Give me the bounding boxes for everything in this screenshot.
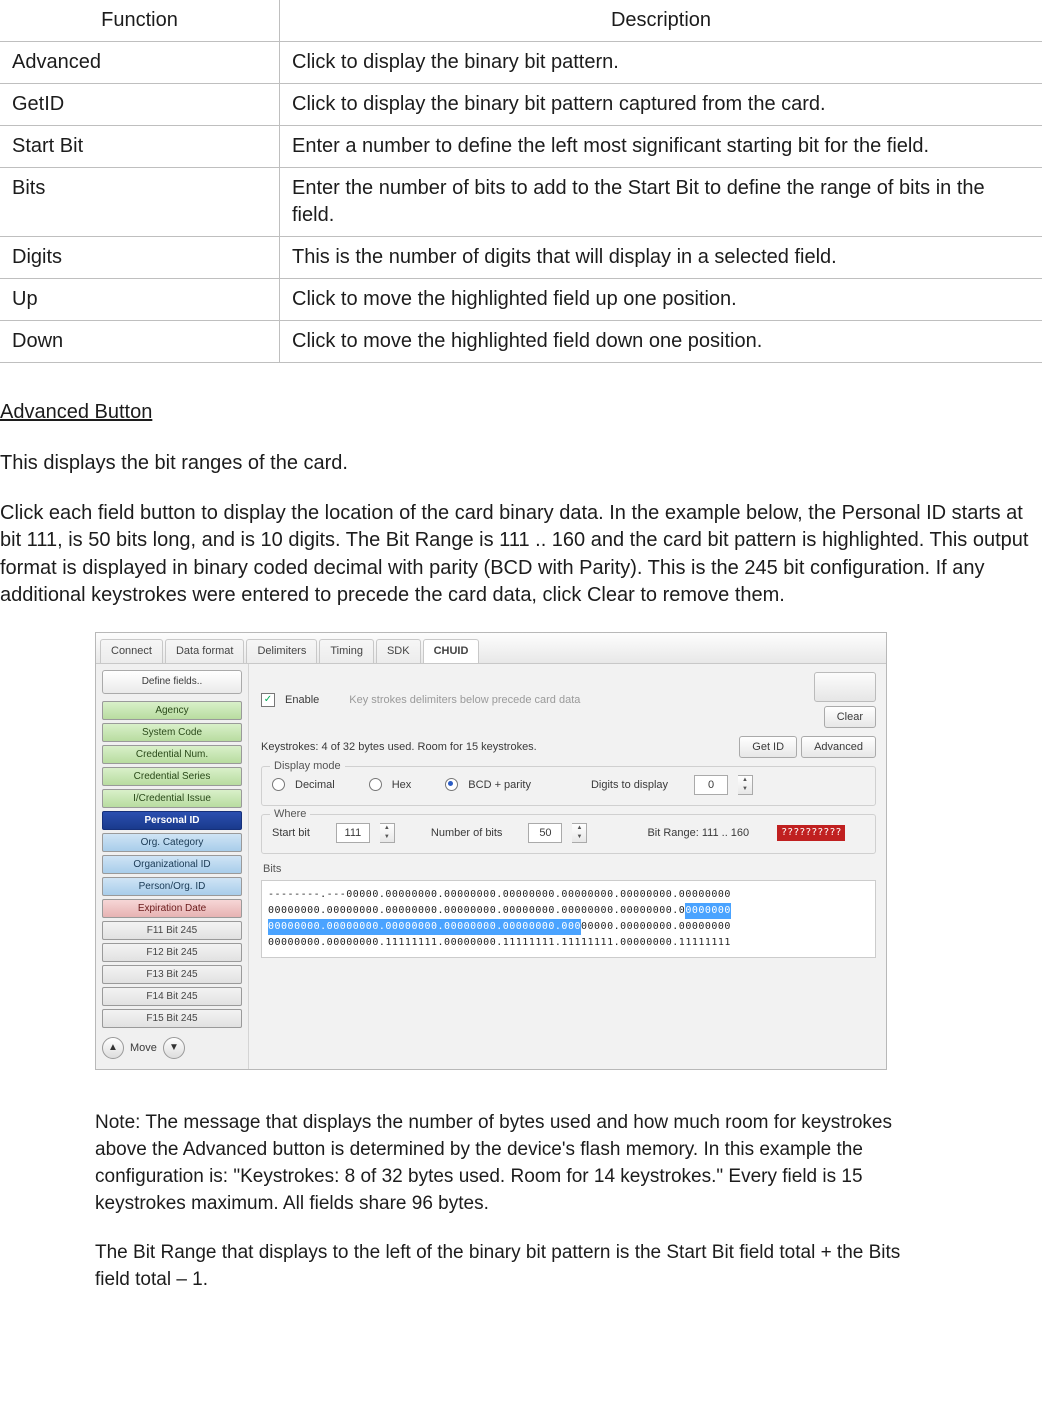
- numbits-value[interactable]: 50: [528, 823, 562, 843]
- bit-range-red: ??????????: [777, 825, 845, 841]
- tab-connect[interactable]: Connect: [100, 639, 163, 663]
- field-button[interactable]: F11 Bit 245: [102, 921, 242, 940]
- digits-label: Digits to display: [591, 778, 668, 793]
- keystroke-message: Keystrokes: 4 of 32 bytes used. Room for…: [261, 740, 537, 755]
- where-group: Where Start bit 111 ▲▼ Number of bits 50…: [261, 814, 876, 854]
- hint-text: Key strokes delimiters below precede car…: [349, 693, 580, 708]
- field-button[interactable]: Credential Num.: [102, 745, 242, 764]
- tab-timing[interactable]: Timing: [319, 639, 374, 663]
- field-button-selected[interactable]: Personal ID: [102, 811, 242, 830]
- table-row: DownClick to move the highlighted field …: [0, 321, 1042, 363]
- clear-button[interactable]: Clear: [824, 706, 876, 728]
- advanced-button[interactable]: Advanced: [801, 736, 876, 758]
- table-row: AdvancedClick to display the binary bit …: [0, 42, 1042, 84]
- field-button[interactable]: F12 Bit 245: [102, 943, 242, 962]
- getid-button[interactable]: Get ID: [739, 736, 797, 758]
- enable-label: Enable: [285, 693, 319, 708]
- app-screenshot: Connect Data format Delimiters Timing SD…: [95, 632, 887, 1070]
- define-fields-button[interactable]: Define fields..: [102, 670, 242, 694]
- bit-range-label: Bit Range: 111 .. 160: [647, 826, 749, 841]
- field-button[interactable]: Person/Org. ID: [102, 877, 242, 896]
- bits-label: Bits: [263, 862, 876, 877]
- detail-paragraph: Click each field button to display the l…: [0, 500, 1042, 610]
- radio-bcd[interactable]: [445, 778, 458, 791]
- tab-data-format[interactable]: Data format: [165, 639, 244, 663]
- move-down-button[interactable]: ▼: [163, 1037, 185, 1059]
- numbits-label: Number of bits: [431, 826, 503, 841]
- th-description: Description: [280, 0, 1042, 42]
- keyboard-icon[interactable]: [814, 672, 876, 702]
- bits-display: --------.---00000.00000000.00000000.0000…: [261, 880, 876, 958]
- table-row: UpClick to move the highlighted field up…: [0, 279, 1042, 321]
- note-1: Note: The message that displays the numb…: [95, 1110, 935, 1218]
- radio-decimal[interactable]: [272, 778, 285, 791]
- tab-delimiters[interactable]: Delimiters: [246, 639, 317, 663]
- field-button[interactable]: Expiration Date: [102, 899, 242, 918]
- radio-hex[interactable]: [369, 778, 382, 791]
- tab-chuid[interactable]: CHUID: [423, 639, 480, 663]
- field-button[interactable]: Credential Series: [102, 767, 242, 786]
- table-row: DigitsThis is the number of digits that …: [0, 237, 1042, 279]
- field-sidebar: Define fields.. Agency System Code Crede…: [96, 664, 249, 1069]
- field-button[interactable]: System Code: [102, 723, 242, 742]
- tab-sdk[interactable]: SDK: [376, 639, 421, 663]
- move-label: Move: [130, 1041, 157, 1056]
- numbits-spinner[interactable]: ▲▼: [572, 823, 587, 843]
- move-up-button[interactable]: ▲: [102, 1037, 124, 1059]
- field-button[interactable]: Org. Category: [102, 833, 242, 852]
- digits-spinner[interactable]: ▲▼: [738, 775, 753, 795]
- field-button[interactable]: F15 Bit 245: [102, 1009, 242, 1028]
- main-panel: ✓ Enable Key strokes delimiters below pr…: [249, 664, 886, 1069]
- start-bit-spinner[interactable]: ▲▼: [380, 823, 395, 843]
- start-bit-label: Start bit: [272, 826, 310, 841]
- enable-checkbox[interactable]: ✓: [261, 693, 275, 707]
- tab-bar: Connect Data format Delimiters Timing SD…: [96, 633, 886, 664]
- field-button[interactable]: I/Credential Issue: [102, 789, 242, 808]
- field-button[interactable]: Agency: [102, 701, 242, 720]
- field-button[interactable]: F14 Bit 245: [102, 987, 242, 1006]
- field-button[interactable]: F13 Bit 245: [102, 965, 242, 984]
- digits-value[interactable]: 0: [694, 775, 728, 795]
- table-row: GetIDClick to display the binary bit pat…: [0, 84, 1042, 126]
- advanced-button-heading: Advanced Button: [0, 399, 1042, 426]
- start-bit-value[interactable]: 111: [336, 823, 370, 843]
- table-row: Start BitEnter a number to define the le…: [0, 126, 1042, 168]
- table-row: BitsEnter the number of bits to add to t…: [0, 168, 1042, 237]
- th-function: Function: [0, 0, 280, 42]
- field-button[interactable]: Organizational ID: [102, 855, 242, 874]
- note-2: The Bit Range that displays to the left …: [95, 1240, 935, 1294]
- display-mode-group: Display mode Decimal Hex BCD + parity Di…: [261, 766, 876, 806]
- function-table: Function Description AdvancedClick to di…: [0, 0, 1042, 363]
- intro-paragraph: This displays the bit ranges of the card…: [0, 450, 1042, 478]
